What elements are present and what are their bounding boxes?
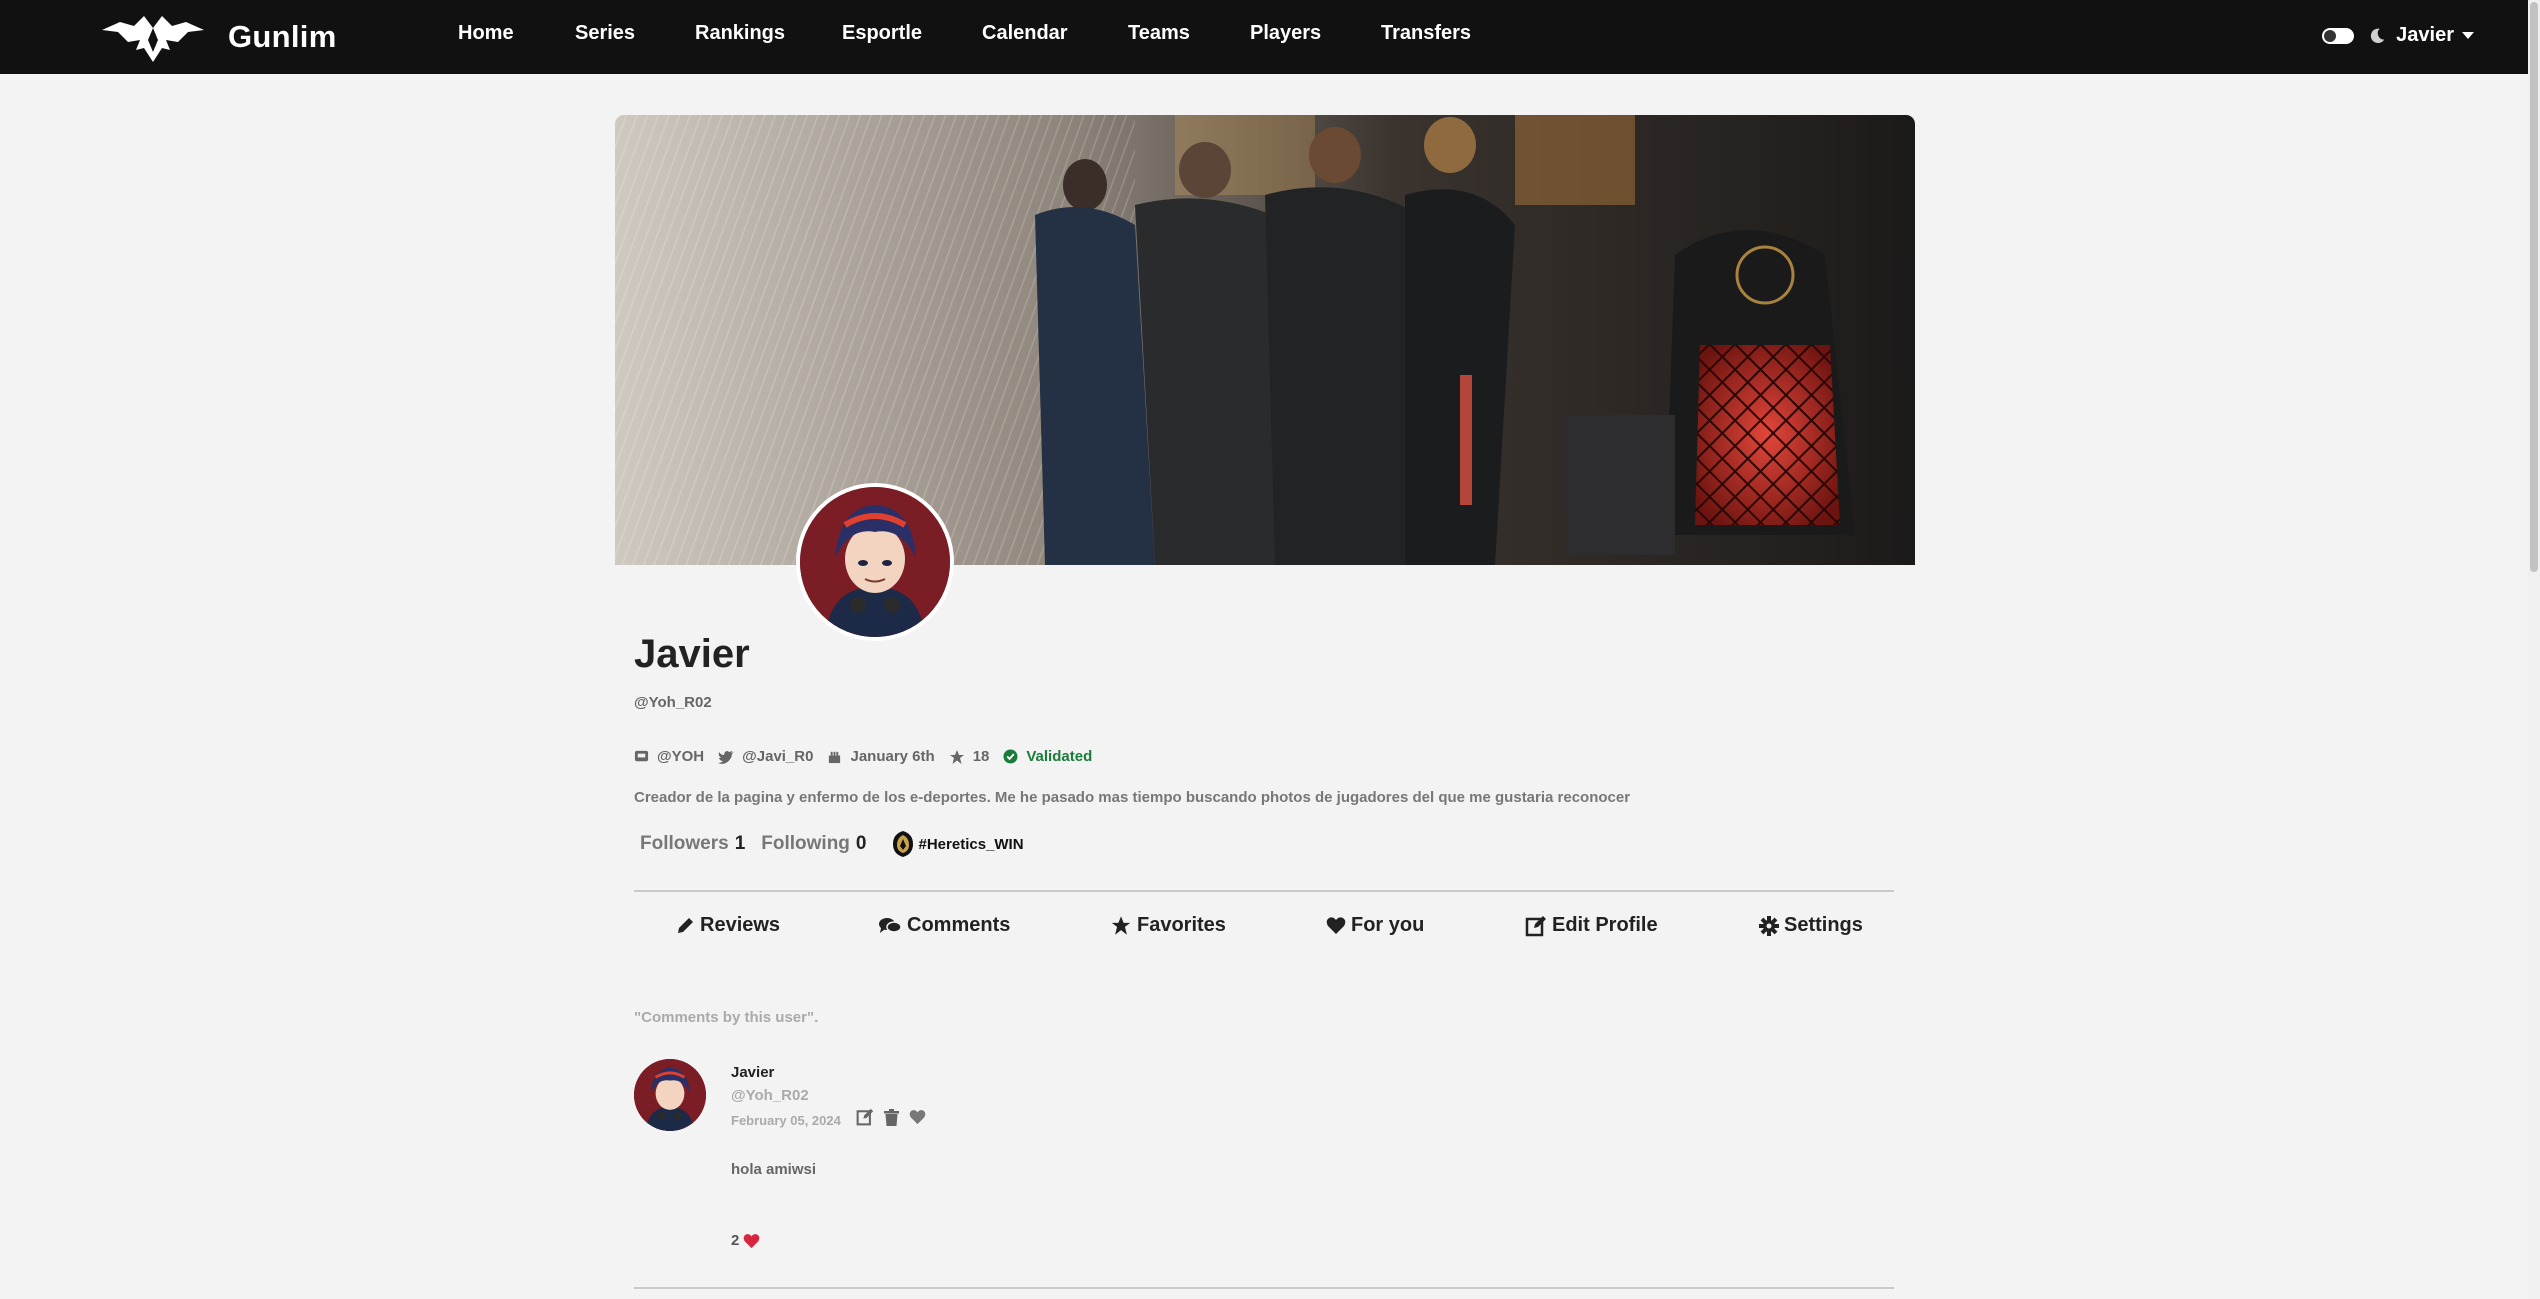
points-meta: 18 — [949, 748, 990, 765]
birthday-cake-icon — [829, 751, 841, 764]
birthday-text: January 6th — [850, 748, 935, 765]
followers-count[interactable]: 1 — [735, 833, 746, 855]
nav-transfers[interactable]: Transfers — [1381, 22, 1471, 45]
favorite-team-link[interactable]: #Heretics_WIN — [891, 830, 1024, 858]
page-scrollbar[interactable] — [2528, 0, 2540, 1299]
birthday-meta: January 6th — [827, 748, 935, 765]
winged-emblem-icon — [102, 16, 204, 62]
profile-handle: @Yoh_R02 — [634, 694, 712, 711]
comment-author[interactable]: Javier — [731, 1064, 774, 1081]
tab-reviews-label: Reviews — [700, 914, 781, 936]
comment-avatar[interactable] — [634, 1059, 706, 1131]
profile-meta-row: @YOH @Javi_R0 January 6th 18 Validated — [634, 748, 1106, 765]
top-navbar: Gunlim Home Series Rankings Esportle Cal… — [0, 0, 2540, 74]
heretics-logo-icon — [892, 831, 913, 857]
points-value: 18 — [972, 748, 990, 765]
like-count: 2 — [731, 1232, 740, 1249]
nav-esportle[interactable]: Esportle — [842, 22, 922, 45]
tab-settings[interactable]: Settings — [1759, 914, 1863, 937]
followers-label[interactable]: Followers — [640, 833, 729, 855]
tab-favorites[interactable]: Favorites — [1110, 914, 1226, 937]
tab-favorites-label: Favorites — [1137, 914, 1226, 936]
tab-reviews[interactable]: Reviews — [675, 914, 780, 937]
heart-icon — [744, 1233, 760, 1248]
edit-comment-icon[interactable] — [856, 1108, 874, 1126]
following-label[interactable]: Following — [761, 833, 850, 855]
profile-avatar[interactable] — [796, 483, 954, 641]
team-tag: #Heretics_WIN — [918, 835, 1024, 853]
nav-players[interactable]: Players — [1250, 22, 1321, 45]
validated-badge: Validated — [1003, 748, 1092, 765]
gear-icon — [1759, 915, 1779, 936]
nav-right-group: Javier — [2322, 24, 2474, 47]
comment-date: February 05, 2024 — [731, 1113, 841, 1128]
profile-bio: Creador de la pagina y enfermo de los e-… — [634, 789, 1631, 806]
moon-icon — [2371, 28, 2385, 43]
tab-comments[interactable]: Comments — [878, 914, 1010, 937]
nav-calendar[interactable]: Calendar — [982, 22, 1068, 45]
tab-for-you-label: For you — [1351, 914, 1425, 936]
tab-settings-label: Settings — [1784, 914, 1863, 936]
tab-edit-profile[interactable]: Edit Profile — [1525, 914, 1658, 937]
toggle-switch-icon[interactable] — [2322, 27, 2355, 44]
scrollbar-thumb[interactable] — [2530, 2, 2538, 572]
like-comment-icon[interactable] — [909, 1109, 926, 1125]
pencil-icon — [678, 917, 693, 933]
tab-comments-label: Comments — [907, 914, 1011, 936]
star-icon — [949, 749, 964, 764]
follow-stats: Followers 1 Following 0 #Heretics_WIN — [640, 830, 1024, 858]
nav-rankings[interactable]: Rankings — [695, 22, 785, 45]
star-icon — [1111, 916, 1131, 935]
twitter-meta[interactable]: @Javi_R0 — [718, 748, 813, 765]
comment-handle: @Yoh_R02 — [731, 1087, 809, 1104]
delete-comment-icon[interactable] — [884, 1108, 899, 1126]
comment-like-count[interactable]: 2 — [731, 1232, 760, 1249]
chevron-down-icon — [2462, 32, 2474, 39]
brand-name: Gunlim — [228, 19, 337, 54]
user-menu-label: Javier — [2396, 24, 2454, 46]
comment-actions — [856, 1108, 936, 1126]
check-circle-icon — [1003, 749, 1018, 764]
comment-text: hola amiwsi — [731, 1161, 817, 1178]
twitter-icon — [718, 750, 735, 764]
user-menu-dropdown[interactable]: Javier — [2396, 24, 2474, 47]
nav-series[interactable]: Series — [575, 22, 635, 45]
following-count[interactable]: 0 — [856, 833, 867, 855]
comments-icon — [879, 917, 902, 933]
validated-text: Validated — [1026, 748, 1093, 765]
twitter-handle: @Javi_R0 — [742, 748, 814, 765]
heart-icon — [1326, 917, 1346, 934]
profile-name: Javier — [634, 632, 750, 676]
nav-home[interactable]: Home — [458, 22, 514, 45]
tab-edit-profile-label: Edit Profile — [1552, 914, 1658, 936]
comment-divider — [634, 1287, 1894, 1289]
profile-divider — [634, 890, 1894, 892]
discord-icon — [634, 750, 649, 762]
edit-icon — [1525, 915, 1546, 936]
profile-banner-image — [615, 115, 1915, 565]
discord-meta[interactable]: @YOH — [634, 748, 704, 765]
tab-for-you[interactable]: For you — [1326, 914, 1424, 937]
comments-section-note: "Comments by this user". — [634, 1009, 819, 1026]
nav-teams[interactable]: Teams — [1128, 22, 1190, 45]
discord-handle: @YOH — [657, 748, 705, 765]
brand-link[interactable]: Gunlim — [100, 12, 337, 62]
